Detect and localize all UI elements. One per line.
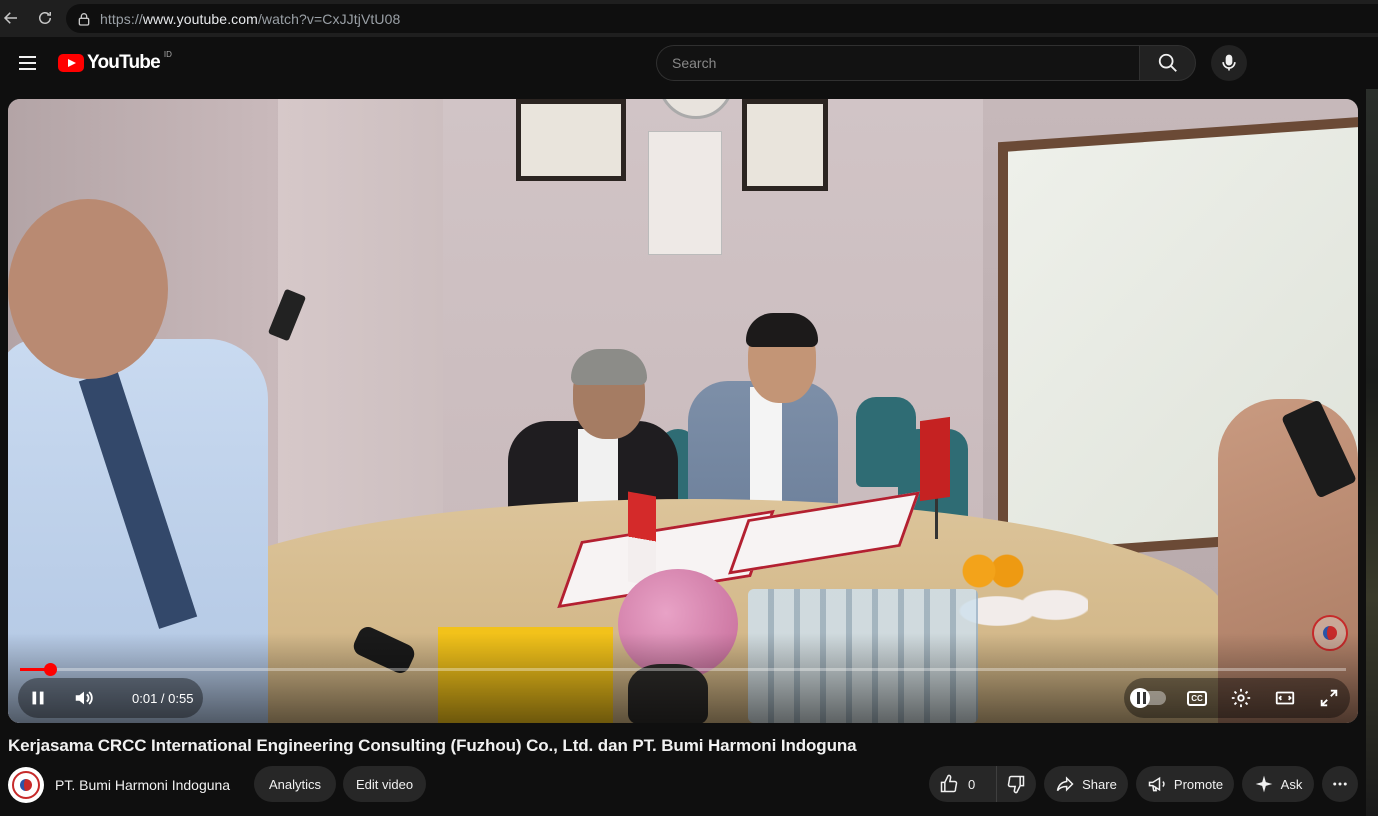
autoplay-toggle[interactable] xyxy=(1124,678,1174,718)
search-icon xyxy=(1158,53,1177,72)
scene-flag xyxy=(920,416,950,502)
scene-poster xyxy=(648,131,722,255)
youtube-masthead: YouTube ID xyxy=(0,37,1378,89)
ask-label: Ask xyxy=(1280,776,1303,792)
theater-mode-icon xyxy=(1275,691,1295,705)
theater-mode-button[interactable] xyxy=(1262,678,1308,718)
fullscreen-button[interactable] xyxy=(1308,678,1350,718)
video-title: Kerjasama CRCC International Engineering… xyxy=(8,736,857,755)
scrubber-handle[interactable] xyxy=(44,663,57,676)
like-count: 0 xyxy=(968,776,976,792)
youtube-play-logo-icon xyxy=(58,54,84,72)
more-actions-button[interactable] xyxy=(1322,766,1358,802)
right-controls: CC xyxy=(1124,678,1350,718)
like-button[interactable]: 0 xyxy=(929,766,997,802)
country-code: ID xyxy=(163,49,172,59)
scene-fruit xyxy=(958,551,1028,591)
edit-video-label: Edit video xyxy=(355,776,414,792)
video-player[interactable]: 0:01 / 0:55 CC xyxy=(8,99,1358,723)
analytics-label: Analytics xyxy=(268,776,322,792)
address-bar[interactable]: https://www.youtube.com/watch?v=CxJJtjVt… xyxy=(66,4,1378,33)
fullscreen-icon xyxy=(1320,689,1338,707)
left-controls: 0:01 / 0:55 xyxy=(18,678,204,718)
share-button[interactable]: Share xyxy=(1044,766,1128,802)
thumbs-down-icon xyxy=(1007,775,1025,794)
reload-button[interactable] xyxy=(30,3,60,33)
back-arrow-icon xyxy=(3,12,17,24)
url-scheme: https:// xyxy=(100,10,143,27)
scene-certificate xyxy=(516,99,626,181)
more-horizontal-icon xyxy=(1333,782,1347,786)
search-input[interactable] xyxy=(672,55,1140,71)
settings-button[interactable] xyxy=(1220,678,1262,718)
megaphone-icon xyxy=(1148,776,1165,792)
back-button[interactable] xyxy=(0,3,26,33)
pause-button[interactable] xyxy=(18,678,58,718)
voice-search-button[interactable] xyxy=(1211,45,1247,81)
sparkle-icon xyxy=(1255,775,1272,793)
promote-button[interactable]: Promote xyxy=(1136,766,1234,802)
scene-flag xyxy=(628,491,656,587)
guide-menu-button[interactable] xyxy=(14,50,40,76)
owner-actions-row: PT. Bumi Harmoni Indoguna Analytics Edit… xyxy=(8,766,1370,806)
promote-label: Promote xyxy=(1173,776,1224,792)
share-label: Share xyxy=(1082,776,1117,792)
channel-avatar[interactable] xyxy=(8,767,44,803)
youtube-logo[interactable]: YouTube ID xyxy=(58,49,172,75)
subtitles-button[interactable]: CC xyxy=(1174,678,1220,718)
search-button[interactable] xyxy=(1139,45,1196,81)
channel-name[interactable]: PT. Bumi Harmoni Indoguna xyxy=(55,777,230,793)
autoplay-pause-icon xyxy=(1130,688,1166,708)
menu-bar xyxy=(18,56,36,58)
thumbs-up-icon xyxy=(940,774,958,793)
url-path: /watch?v=CxJJtjVtU08 xyxy=(257,10,401,27)
secondary-column-edge xyxy=(1366,89,1378,816)
ask-button[interactable]: Ask xyxy=(1242,766,1314,802)
pause-icon xyxy=(32,691,44,705)
menu-bar xyxy=(18,68,36,70)
search-box xyxy=(656,45,1140,81)
reload-icon xyxy=(39,12,51,24)
url-domain: www.youtube.com xyxy=(142,10,258,27)
channel-logo-icon xyxy=(12,771,40,799)
share-arrow-icon xyxy=(1056,776,1074,792)
gear-icon xyxy=(1231,688,1251,708)
logo-wordmark: YouTube xyxy=(87,52,161,73)
time-display: 0:01 / 0:55 xyxy=(132,690,194,706)
video-frame xyxy=(8,99,1358,723)
site-info-icon[interactable] xyxy=(76,11,92,27)
dislike-button[interactable] xyxy=(997,766,1035,802)
like-dislike-group: 0 xyxy=(929,766,1036,802)
url-text[interactable]: https://www.youtube.com/watch?v=CxJJtjVt… xyxy=(100,11,400,27)
closed-captions-icon: CC xyxy=(1187,690,1207,706)
menu-bar xyxy=(18,62,36,64)
mute-button[interactable] xyxy=(64,678,104,718)
microphone-icon xyxy=(1222,54,1236,71)
browser-toolbar: https://www.youtube.com/watch?v=CxJJtjVt… xyxy=(0,0,1378,37)
progress-bar[interactable] xyxy=(20,663,1346,676)
volume-icon xyxy=(75,691,93,705)
edit-video-button[interactable]: Edit video xyxy=(343,766,426,802)
scene-certificate xyxy=(742,99,828,191)
analytics-button[interactable]: Analytics xyxy=(254,766,336,802)
